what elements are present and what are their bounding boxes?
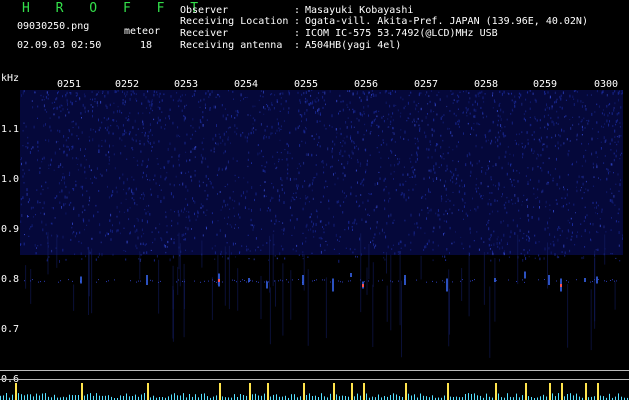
y-tick-label: 0.7 <box>1 324 20 335</box>
amplitude-strip <box>0 383 628 400</box>
file-name: 09030250.png <box>17 21 90 32</box>
time-tick-label: 0255 <box>294 79 319 90</box>
info-receiver-sep: : <box>294 28 301 39</box>
amplitude-peak <box>495 383 497 400</box>
info-location-sep: : <box>294 16 301 27</box>
time-tick-label: 0253 <box>174 79 199 90</box>
info-antenna-label: Receiving antenna <box>180 40 283 51</box>
meteor-echo <box>218 273 220 287</box>
amplitude-peak <box>249 383 251 400</box>
time-tick-label: 0258 <box>474 79 499 90</box>
time-tick-label: 0254 <box>234 79 259 90</box>
amplitude-peak <box>561 383 563 400</box>
time-tick-label: 0257 <box>414 79 439 90</box>
info-location-label: Receiving Location <box>180 16 289 27</box>
amplitude-peak <box>525 383 527 400</box>
date-time: 02.09.03 02:50 <box>17 40 102 51</box>
amplitude-peak <box>333 383 335 400</box>
amplitude-peak <box>15 383 17 400</box>
y-tick-label: 1.1 <box>1 124 20 135</box>
amplitude-bars <box>0 383 628 400</box>
time-tick-label: 0300 <box>594 79 619 90</box>
meteor-echo <box>560 278 562 292</box>
amplitude-peak <box>267 383 269 400</box>
info-receiver-value: ICOM IC-575 53.7492(@LCD)MHz USB <box>305 28 498 39</box>
amplitude-peak <box>597 383 599 400</box>
meteor-label: meteor <box>124 26 161 37</box>
carrier-trace <box>24 279 617 283</box>
info-receiver-label: Receiver <box>180 28 229 39</box>
info-antenna-sep: : <box>294 40 301 51</box>
amplitude-peak <box>351 383 353 400</box>
time-tick-label: 0251 <box>57 79 82 90</box>
y-tick-label: 0.8 <box>1 274 20 285</box>
amplitude-peak <box>363 383 365 400</box>
y-tick-label: 0.9 <box>1 224 20 235</box>
amplitude-peak <box>549 383 551 400</box>
y-axis-unit: kHz <box>1 73 20 84</box>
amplitude-peak <box>405 383 407 400</box>
time-tick-label: 0252 <box>115 79 140 90</box>
amplitude-peak <box>447 383 449 400</box>
meteor-echo <box>362 281 364 289</box>
info-observer-value: Masayuki Kobayashi <box>305 5 414 16</box>
time-tick-label: 0256 <box>354 79 379 90</box>
amplitude-peak <box>219 383 221 400</box>
meteor-count: 18 <box>140 40 153 51</box>
info-observer-sep: : <box>294 5 301 16</box>
y-tick-label: 1.0 <box>1 174 20 185</box>
info-observer-label: Observer <box>180 5 229 16</box>
reference-line <box>0 370 629 371</box>
hrofft-spectrogram-window: H R O F F T 09030250.png 02.09.03 02:50 … <box>0 0 629 400</box>
info-location-value: Ogata-vill. Akita-Pref. JAPAN (139.96E, … <box>305 16 588 27</box>
amplitude-peak <box>81 383 83 400</box>
amplitude-peak <box>303 383 305 400</box>
amplitude-peak <box>585 383 587 400</box>
time-tick-label: 0259 <box>533 79 558 90</box>
amplitude-peak <box>147 383 149 400</box>
info-antenna-value: A504HB(yagi 4el) <box>305 40 402 51</box>
spectrogram-plot <box>20 90 623 358</box>
